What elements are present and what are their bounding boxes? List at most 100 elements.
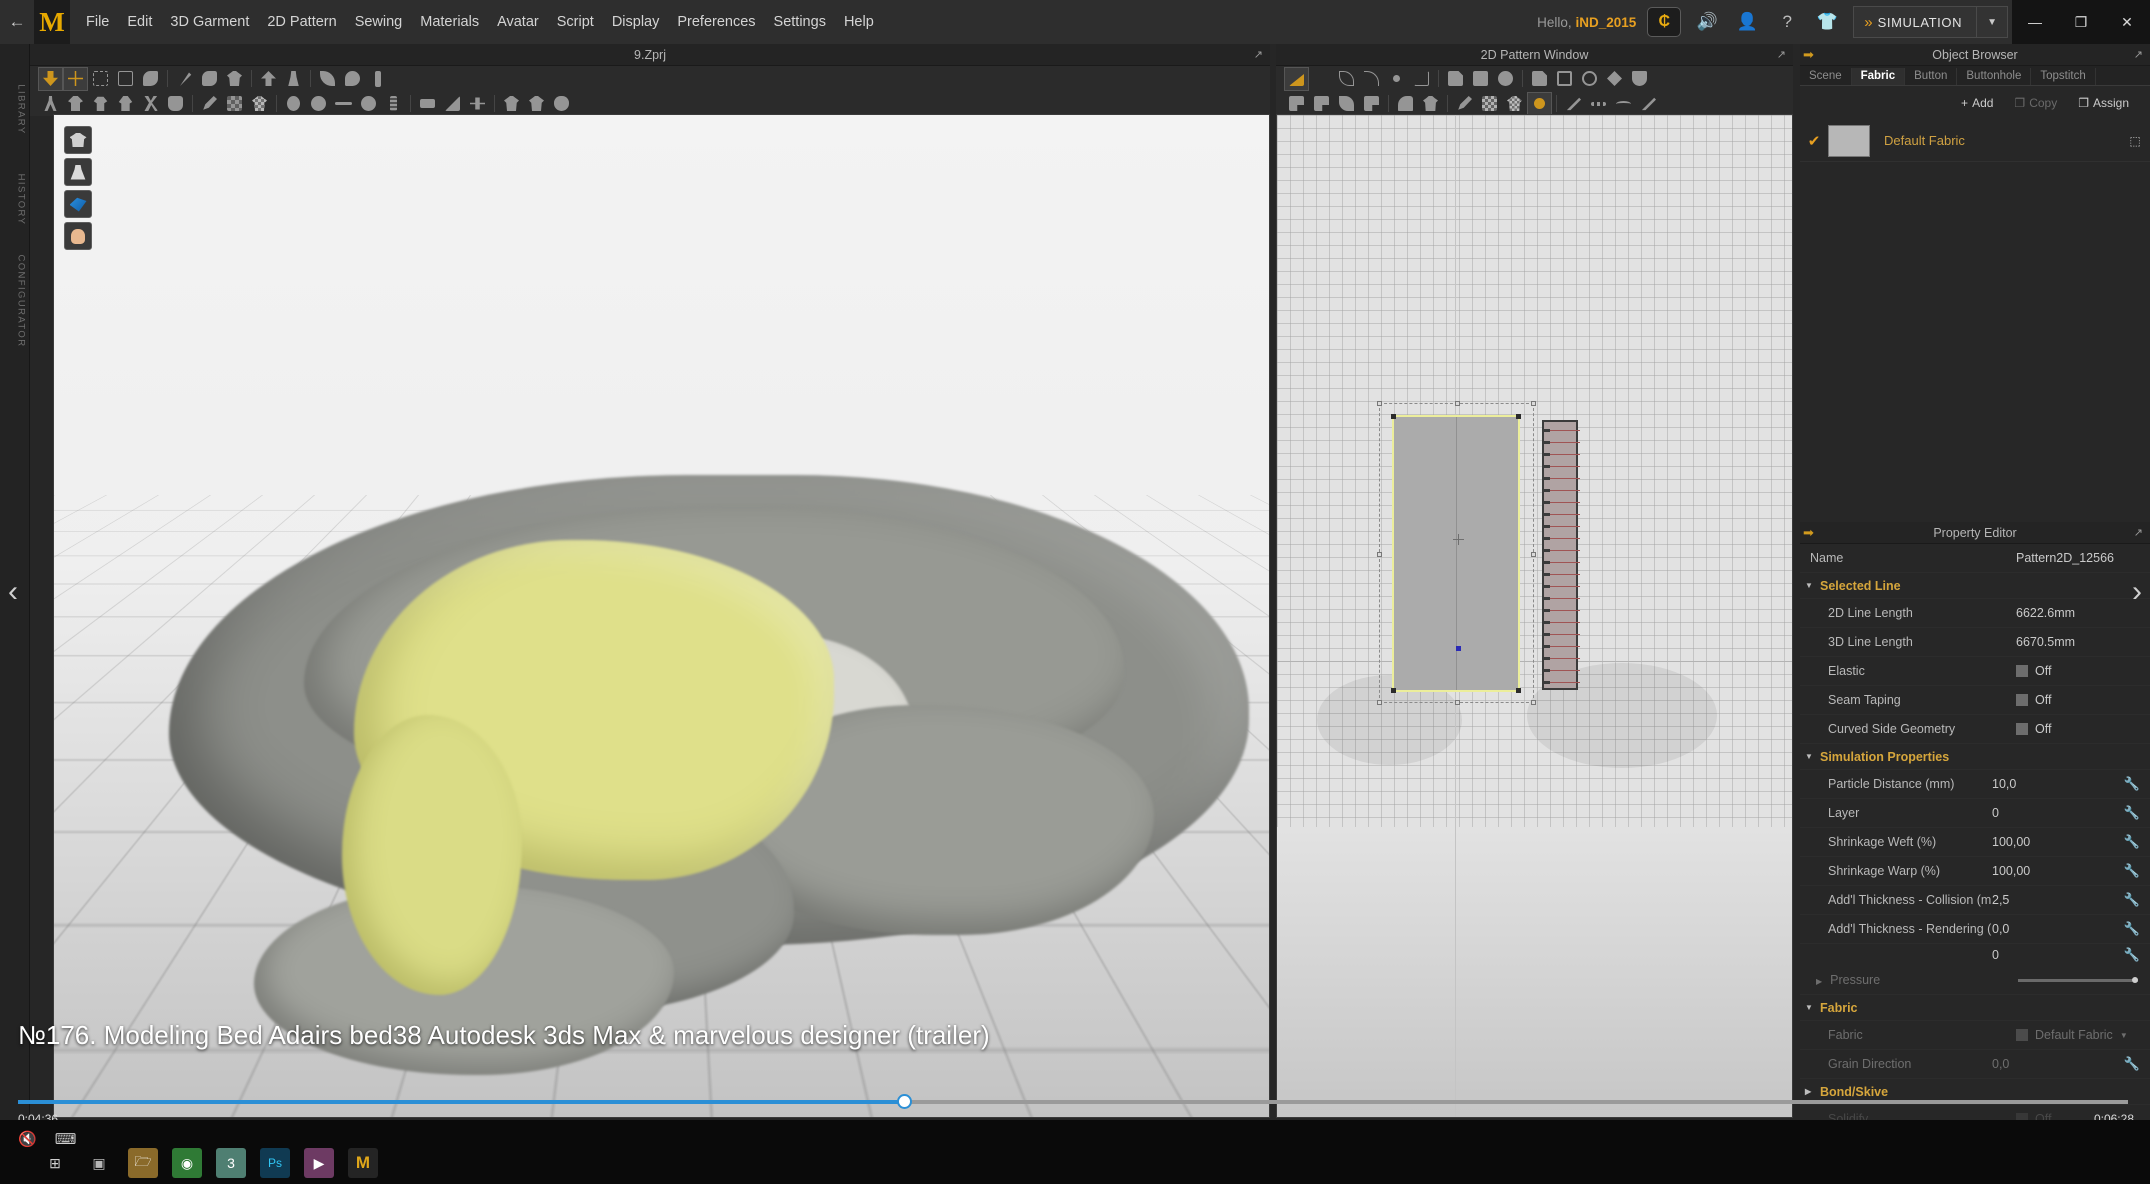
tool-pleat-icon[interactable] xyxy=(1284,92,1309,116)
pattern-2d-canvas[interactable] xyxy=(1276,114,1793,1118)
tool-buttonhole-icon[interactable] xyxy=(331,92,356,116)
fabric-swatch[interactable] xyxy=(1828,125,1870,157)
tool-measure-free-icon[interactable] xyxy=(1636,92,1661,116)
garment-visibility-icon[interactable] xyxy=(64,126,92,154)
chevron-right-icon[interactable]: ▶ xyxy=(1816,977,1822,986)
mode-selector[interactable]: » SIMULATION ▼ xyxy=(1853,6,2008,38)
tool-select-move-icon[interactable] xyxy=(38,67,63,91)
tool-pleat-fold-icon[interactable] xyxy=(1309,92,1334,116)
skin-visibility-icon[interactable] xyxy=(64,222,92,250)
tool-segment-icon[interactable] xyxy=(1409,67,1434,91)
chevron-down-icon[interactable]: ▼ xyxy=(2120,1031,2128,1040)
tool-avatar-pose-icon[interactable] xyxy=(38,92,63,116)
tool-balloon-icon[interactable] xyxy=(340,67,365,91)
tool-select-mesh-icon[interactable] xyxy=(113,67,138,91)
tool-arrange-up-icon[interactable] xyxy=(256,67,281,91)
menu-item-2d-pattern[interactable]: 2D Pattern xyxy=(267,14,336,30)
photoshop-icon[interactable]: Ps xyxy=(260,1148,290,1178)
next-video-button[interactable]: › xyxy=(2132,575,2142,609)
tool-fabric-panel-icon[interactable] xyxy=(415,92,440,116)
start-icon[interactable]: ⊞ xyxy=(40,1148,70,1178)
tab-topstitch[interactable]: Topstitch xyxy=(2031,68,2095,85)
tool-pattern-garment-icon[interactable] xyxy=(1502,92,1527,116)
tool-add-point-icon[interactable] xyxy=(1384,67,1409,91)
menu-item-display[interactable]: Display xyxy=(612,14,660,30)
menu-item-help[interactable]: Help xyxy=(844,14,874,30)
tool-avatar-hair-icon[interactable] xyxy=(113,92,138,116)
list-item[interactable]: ✔ Default Fabric ⬚ xyxy=(1800,120,2150,162)
tab-fabric[interactable]: Fabric xyxy=(1852,68,1906,85)
expand-icon[interactable]: ↗ xyxy=(1254,48,1263,61)
tool-button-place-icon[interactable] xyxy=(306,92,331,116)
menu-item-script[interactable]: Script xyxy=(557,14,594,30)
tool-curve-icon[interactable] xyxy=(315,67,340,91)
tool-edit-curvature-icon[interactable] xyxy=(1359,67,1384,91)
tool-inner-rectangle-icon[interactable] xyxy=(1552,67,1577,91)
marvelous-designer-icon[interactable]: M xyxy=(348,1148,378,1178)
menu-item-avatar[interactable]: Avatar xyxy=(497,14,539,30)
checkbox-icon[interactable] xyxy=(2016,694,2028,706)
assign-fabric-button[interactable]: ❐ Assign xyxy=(2069,93,2138,113)
google-chrome-icon[interactable]: ◉ xyxy=(172,1148,202,1178)
property-value[interactable]: 0 xyxy=(1992,806,2120,820)
wrench-icon[interactable]: 🔧 xyxy=(2120,921,2144,937)
property-value[interactable]: 100,00 xyxy=(1992,864,2120,878)
tool-inner-circle-icon[interactable] xyxy=(1577,67,1602,91)
sidebar-item-history[interactable]: HISTORY xyxy=(16,155,27,245)
pressure-slider[interactable] xyxy=(2016,979,2144,982)
tool-fold-arrange-icon[interactable] xyxy=(440,92,465,116)
menu-item-3d-garment[interactable]: 3D Garment xyxy=(170,14,249,30)
minimize-button[interactable]: — xyxy=(2012,0,2058,44)
tool-rectangle-icon[interactable] xyxy=(1468,67,1493,91)
file-explorer-icon[interactable]: 🗁 xyxy=(128,1148,158,1178)
tool-shield-icon[interactable] xyxy=(1627,67,1652,91)
prev-video-button[interactable]: ‹ xyxy=(8,575,18,609)
subtitles-icon[interactable]: ⌨ xyxy=(55,1130,77,1148)
tool-measure-points-icon[interactable] xyxy=(1586,92,1611,116)
tab-button[interactable]: Button xyxy=(1905,68,1957,85)
menu-item-file[interactable]: File xyxy=(86,14,109,30)
tool-measure-line-icon[interactable] xyxy=(1561,92,1586,116)
tool-button-snap-icon[interactable] xyxy=(1527,92,1552,116)
mute-icon[interactable]: 🔇 xyxy=(18,1130,37,1148)
property-value-wrap[interactable]: Off xyxy=(2016,664,2144,678)
tool-garment-flat-icon[interactable] xyxy=(524,92,549,116)
tab-buttonhole[interactable]: Buttonhole xyxy=(1957,68,2031,85)
property-value-wrap[interactable]: Off xyxy=(2016,693,2144,707)
cloud-icon[interactable]: ₵ xyxy=(1647,7,1681,37)
tool-brush-icon[interactable] xyxy=(138,67,163,91)
menu-item-settings[interactable]: Settings xyxy=(774,14,826,30)
property-value[interactable]: 0,0 xyxy=(1992,922,2120,936)
task-view-icon[interactable]: ▣ xyxy=(84,1148,114,1178)
property-value[interactable]: 10,0 xyxy=(1992,777,2120,791)
wrench-icon[interactable]: 🔧 xyxy=(2120,892,2144,908)
tool-fold-icon[interactable] xyxy=(197,67,222,91)
tool-iron-icon[interactable] xyxy=(1393,92,1418,116)
tool-garment-icon[interactable] xyxy=(222,67,247,91)
speaker-icon[interactable]: 🔊 xyxy=(1687,0,1727,44)
tool-inner-polygon-icon[interactable] xyxy=(1527,67,1552,91)
tool-polygon-icon[interactable] xyxy=(1443,67,1468,91)
checkbox-icon[interactable] xyxy=(2016,723,2028,735)
garment-icon[interactable]: 👕 xyxy=(1807,0,1847,44)
tool-button-icon[interactable] xyxy=(281,92,306,116)
tool-mannequin-icon[interactable] xyxy=(281,67,306,91)
menu-item-edit[interactable]: Edit xyxy=(127,14,152,30)
surface-gizmo-icon[interactable] xyxy=(64,190,92,218)
back-arrow-icon[interactable]: ← xyxy=(0,12,34,32)
menu-item-materials[interactable]: Materials xyxy=(420,14,479,30)
tool-texture-icon[interactable] xyxy=(222,92,247,116)
tool-edit-point-icon[interactable] xyxy=(1309,67,1334,91)
sidebar-item-configurator[interactable]: CONFIGURATOR xyxy=(16,255,27,345)
tool-ruler-icon[interactable] xyxy=(365,67,390,91)
checkbox-icon[interactable] xyxy=(2016,665,2028,677)
tool-pattern-fill-icon[interactable] xyxy=(1477,92,1502,116)
sidebar-item-library[interactable]: LIBRARY xyxy=(16,65,27,155)
tool-circle-icon[interactable] xyxy=(1493,67,1518,91)
tab-scene[interactable]: Scene xyxy=(1800,68,1852,85)
property-group-fabric[interactable]: ▼ Fabric xyxy=(1800,995,2150,1021)
pattern-pin-marker[interactable] xyxy=(1456,646,1461,651)
property-value[interactable]: 2,5 xyxy=(1992,893,2120,907)
tool-fabric-brush-icon[interactable] xyxy=(1452,92,1477,116)
tool-measure-curve-icon[interactable] xyxy=(1611,92,1636,116)
